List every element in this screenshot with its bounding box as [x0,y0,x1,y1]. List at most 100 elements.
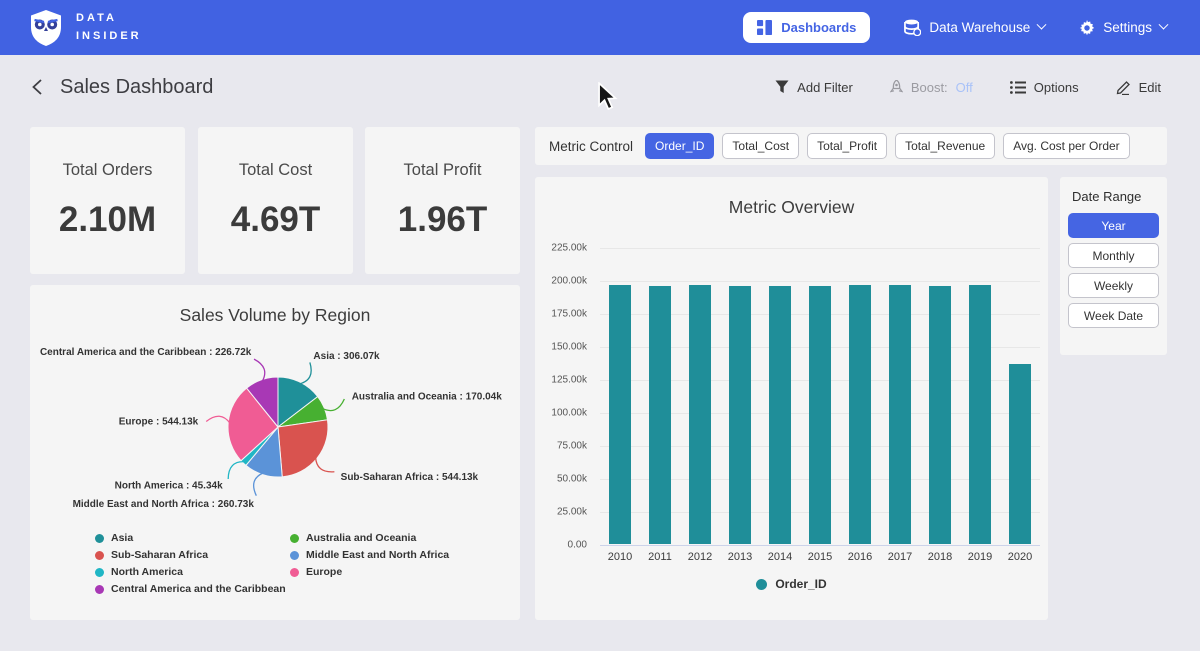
y-tick-label: 150.00k [551,342,587,353]
bar-2014[interactable] [769,286,791,544]
date-range-card: Date Range YearMonthlyWeeklyWeek Date [1060,177,1167,355]
gear-icon [1079,20,1095,36]
date-option-monthly[interactable]: Monthly [1068,243,1159,268]
x-tick-label: 2011 [640,551,680,563]
bar-2016[interactable] [849,285,871,544]
bar-2013[interactable] [729,286,751,544]
kpi-card-total-cost: Total Cost 4.69T [198,127,353,274]
pie-leader-line [316,457,335,472]
edit-button[interactable]: Edit [1110,79,1167,96]
pie-leader-line [254,359,265,382]
bar-2017[interactable] [889,285,911,544]
metric-option-avg-cost-per-order[interactable]: Avg. Cost per Order [1003,133,1130,159]
legend-dot [95,534,104,543]
legend-label: Sub-Saharan Africa [111,549,208,561]
gridline [600,545,1040,546]
filter-icon [775,80,789,94]
y-tick-label: 125.00k [551,375,587,386]
bar-y-axis: 0.0025.00k50.00k75.00k100.00k125.00k150.… [535,248,593,545]
legend-label: North America [111,566,183,578]
y-tick-label: 200.00k [551,276,587,287]
chevron-down-icon [1159,20,1169,30]
kpi-value: 2.10M [59,200,156,240]
x-tick-label: 2012 [680,551,720,563]
x-tick-label: 2020 [1000,551,1040,563]
gridline [600,281,1040,282]
bar-plot [600,248,1040,545]
x-tick-label: 2016 [840,551,880,563]
pencil-icon [1116,80,1131,95]
legend-dot [95,568,104,577]
legend-dot [290,534,299,543]
options-button[interactable]: Options [1004,79,1085,96]
date-option-weekly[interactable]: Weekly [1068,273,1159,298]
y-tick-label: 50.00k [557,474,587,485]
kpi-value: 4.69T [231,200,321,240]
back-button[interactable] [26,74,48,100]
logo-text: DATA INSIDER [76,10,142,44]
pie-label-middle-east-and-north-africa: Middle East and North Africa : 260.73k [73,499,255,510]
legend-label: Central America and the Caribbean [111,583,286,595]
dashboards-button[interactable]: Dashboards [743,12,870,43]
data-warehouse-label: Data Warehouse [929,20,1030,35]
pie-label-europe: Europe : 544.13k [119,416,199,427]
dashboards-label: Dashboards [781,20,856,35]
page-title: Sales Dashboard [60,76,213,99]
settings-label: Settings [1103,20,1152,35]
bar-2011[interactable] [649,286,671,544]
kpi-value: 1.96T [398,200,488,240]
metric-option-order-id[interactable]: Order_ID [645,133,714,159]
kpi-label: Total Orders [63,161,153,180]
kpi-card-total-profit: Total Profit 1.96T [365,127,520,274]
legend-dot [95,585,104,594]
navbar: DATA INSIDER Dashboards D [0,0,1200,55]
boost-toggle[interactable]: Boost: Off [884,79,979,96]
metric-option-total-revenue[interactable]: Total_Revenue [895,133,995,159]
date-range-buttons: Year Monthly Weekly Week Date [1068,213,1159,328]
x-tick-label: 2013 [720,551,760,563]
legend-label: Order_ID [775,577,826,591]
pie-label-sub-saharan-africa: Sub-Saharan Africa : 544.13k [341,472,479,483]
date-option-week-date[interactable]: Week Date [1068,303,1159,328]
y-tick-label: 25.00k [557,507,587,518]
bar-2015[interactable] [809,286,831,544]
pie-chart-svg: Asia : 306.07kAustralia and Oceania : 17… [30,326,520,526]
bar-x-axis: 2010201120122013201420152016201720182019… [600,551,1040,563]
legend-label: Australia and Oceania [306,532,416,544]
bar-2018[interactable] [929,286,951,544]
bar-chart-title: Metric Overview [535,197,1048,218]
brand: DATA INSIDER [28,9,142,47]
kpi-label: Total Cost [239,161,312,180]
chevron-left-icon [30,78,44,96]
x-tick-label: 2017 [880,551,920,563]
date-option-year[interactable]: Year [1068,213,1159,238]
metric-option-total-cost[interactable]: Total_Cost [722,133,799,159]
settings-menu[interactable]: Settings [1079,20,1167,36]
y-tick-label: 0.00 [568,540,587,551]
bar-2010[interactable] [609,285,631,544]
legend-item-europe: Europe [290,566,520,578]
bar-2012[interactable] [689,285,711,545]
bar-legend: Order_ID [535,577,1048,591]
pie-legend: Asia Australia and Oceania Sub-Saharan Afr… [95,532,520,595]
legend-item-middle-east-and-north-africa: Middle East and North Africa [290,549,520,561]
metric-control-buttons: Order_ID Total_Cost Total_Profit Total_Reve… [645,133,1138,159]
bar-2020[interactable] [1009,364,1031,544]
legend-label: Asia [111,532,133,544]
y-tick-label: 100.00k [551,408,587,419]
legend-dot [290,568,299,577]
add-filter-button[interactable]: Add Filter [769,79,859,96]
legend-item-australia-and-oceania: Australia and Oceania [290,532,520,544]
navbar-menu: Dashboards Data Warehouse Settings [743,12,1167,43]
y-tick-label: 75.00k [557,441,587,452]
legend-dot [756,579,767,590]
pie-label-north-america: North America : 45.34k [115,480,223,491]
gridline [600,248,1040,249]
y-tick-label: 175.00k [551,309,587,320]
data-warehouse-menu[interactable]: Data Warehouse [904,19,1045,36]
metric-option-total-profit[interactable]: Total_Profit [807,133,887,159]
metric-control-label: Metric Control [549,139,633,154]
bar-2019[interactable] [969,285,991,544]
x-tick-label: 2014 [760,551,800,563]
owl-logo-icon [28,9,64,47]
